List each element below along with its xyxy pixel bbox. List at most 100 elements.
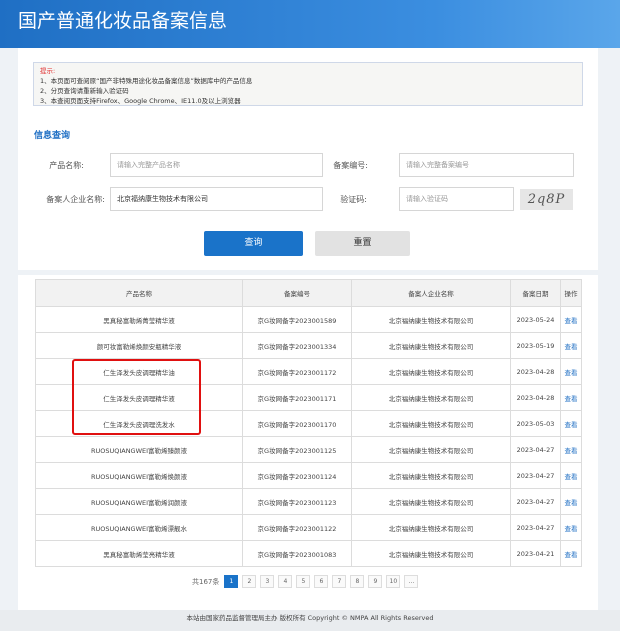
search-button[interactable]: 查询	[204, 231, 303, 256]
captcha-image[interactable]: 2q8P	[520, 189, 573, 210]
page-button[interactable]: 9	[368, 575, 383, 588]
results-panel: 产品名称 备案编号 备案人企业名称 备案日期 操作 黑真秘富勒烯菁莹精华液 京G妆…	[18, 275, 598, 610]
date-cell: 2023-04-27	[510, 436, 561, 463]
product-name-cell: 颜可妆富勒烯焕颜安瓶精华液	[35, 332, 243, 359]
record-number-cell: 京G妆网备字2023001172	[242, 358, 352, 385]
date-cell: 2023-04-27	[510, 462, 561, 489]
col-header: 备案人企业名称	[351, 279, 511, 307]
page-button[interactable]: 4	[278, 575, 293, 588]
action-cell: 查看	[560, 462, 582, 489]
col-header: 操作	[560, 279, 582, 307]
product-name-cell: RUOSUQIANGWEI富勒烯漂靓水	[35, 514, 243, 541]
company-cell: 北京福纳康生物技术有限公司	[351, 332, 511, 359]
view-link[interactable]: 查看	[565, 317, 578, 325]
record-number-cell: 京G妆网备字2023001122	[242, 514, 352, 541]
date-cell: 2023-04-27	[510, 514, 561, 541]
view-link[interactable]: 查看	[565, 447, 578, 455]
action-cell: 查看	[560, 514, 582, 541]
col-header: 产品名称	[35, 279, 243, 307]
table-row: RUOSUQIANGWEI富勒烯焕颜液 京G妆网备字2023001124 北京福纳康…	[35, 462, 582, 489]
record-number-cell: 京G妆网备字2023001123	[242, 488, 352, 515]
record-number-input[interactable]: 请输入完整备案编号	[399, 153, 574, 177]
company-cell: 北京福纳康生物技术有限公司	[351, 488, 511, 515]
action-cell: 查看	[560, 540, 582, 567]
view-link[interactable]: 查看	[565, 343, 578, 351]
company-cell: 北京福纳康生物技术有限公司	[351, 384, 511, 411]
col-header: 备案编号	[242, 279, 352, 307]
table-row: 黑真秘富勒烯菁莹精华液 京G妆网备字2023001589 北京福纳康生物技术有限公司…	[35, 306, 582, 333]
company-cell: 北京福纳康生物技术有限公司	[351, 358, 511, 385]
action-cell: 查看	[560, 306, 582, 333]
highlight-box	[72, 359, 201, 435]
record-number-cell: 京G妆网备字2023001334	[242, 332, 352, 359]
date-cell: 2023-04-21	[510, 540, 561, 567]
product-name-cell: RUOSUQIANGWEI富勒烯臻颜液	[35, 436, 243, 463]
date-cell: 2023-04-27	[510, 488, 561, 515]
record-number-cell: 京G妆网备字2023001170	[242, 410, 352, 437]
product-name-input[interactable]: 请输入完整产品名称	[110, 153, 323, 177]
page-button[interactable]: 1	[224, 575, 239, 588]
page-button[interactable]: 2	[242, 575, 257, 588]
date-cell: 2023-04-28	[510, 358, 561, 385]
table-row: 颜可妆富勒烯焕颜安瓶精华液 京G妆网备字2023001334 北京福纳康生物技术有限…	[35, 332, 582, 359]
header: 国产普通化妆品备案信息	[0, 0, 620, 48]
record-number-cell: 京G妆网备字2023001171	[242, 384, 352, 411]
record-number-cell: 京G妆网备字2023001124	[242, 462, 352, 489]
company-cell: 北京福纳康生物技术有限公司	[351, 540, 511, 567]
record-label: 备案编号:	[333, 161, 368, 170]
company-cell: 北京福纳康生物技术有限公司	[351, 514, 511, 541]
record-number-cell: 京G妆网备字2023001589	[242, 306, 352, 333]
action-cell: 查看	[560, 410, 582, 437]
company-label: 备案人企业名称:	[46, 195, 105, 204]
table-row: 黑真秘富勒烯莹亮精华液 京G妆网备字2023001083 北京福纳康生物技术有限公司…	[35, 540, 582, 567]
product-name-cell: 黑真秘富勒烯菁莹精华液	[35, 306, 243, 333]
page-button[interactable]: 8	[350, 575, 365, 588]
company-name-input[interactable]: 北京福纳康生物技术有限公司	[110, 187, 323, 211]
action-cell: 查看	[560, 436, 582, 463]
table-row: RUOSUQIANGWEI富勒烯漂靓水 京G妆网备字2023001122 北京福纳康…	[35, 514, 582, 541]
date-cell: 2023-04-28	[510, 384, 561, 411]
page-button[interactable]: 3	[260, 575, 275, 588]
notice-title: 提示:	[40, 67, 56, 75]
record-number-cell: 京G妆网备字2023001125	[242, 436, 352, 463]
company-cell: 北京福纳康生物技术有限公司	[351, 462, 511, 489]
view-link[interactable]: 查看	[565, 473, 578, 481]
pagination: 共167条 1 2 3 4 5 6 7 8 9 10...	[192, 575, 419, 588]
company-cell: 北京福纳康生物技术有限公司	[351, 410, 511, 437]
notice-line: 2、分页查询请重新输入验证码	[40, 87, 129, 95]
captcha-label: 验证码:	[340, 195, 367, 204]
table-row: RUOSUQIANGWEI富勒烯润颜液 京G妆网备字2023001123 北京福纳康…	[35, 488, 582, 515]
total-count: 共167条	[192, 577, 220, 586]
page-button[interactable]: 7	[332, 575, 347, 588]
product-label: 产品名称:	[49, 161, 84, 170]
page-button[interactable]: ...	[404, 575, 419, 588]
date-cell: 2023-05-19	[510, 332, 561, 359]
reset-button[interactable]: 重置	[315, 231, 410, 256]
table-row: RUOSUQIANGWEI富勒烯臻颜液 京G妆网备字2023001125 北京福纳康…	[35, 436, 582, 463]
date-cell: 2023-05-24	[510, 306, 561, 333]
view-link[interactable]: 查看	[565, 499, 578, 507]
action-cell: 查看	[560, 332, 582, 359]
action-cell: 查看	[560, 488, 582, 515]
product-name-cell: RUOSUQIANGWEI富勒烯焕颜液	[35, 462, 243, 489]
view-link[interactable]: 查看	[565, 525, 578, 533]
page-button[interactable]: 6	[314, 575, 329, 588]
page-button[interactable]: 5	[296, 575, 311, 588]
notice-line: 3、本查阅页面支持Firefox、Google Chrome、IE11.0及以上…	[40, 97, 241, 105]
view-link[interactable]: 查看	[565, 421, 578, 429]
view-link[interactable]: 查看	[565, 369, 578, 377]
captcha-input[interactable]: 请输入验证码	[399, 187, 514, 211]
product-name-cell: 黑真秘富勒烯莹亮精华液	[35, 540, 243, 567]
company-cell: 北京福纳康生物技术有限公司	[351, 436, 511, 463]
product-name-cell: RUOSUQIANGWEI富勒烯润颜液	[35, 488, 243, 515]
date-cell: 2023-05-03	[510, 410, 561, 437]
action-cell: 查看	[560, 358, 582, 385]
col-header: 备案日期	[510, 279, 561, 307]
view-link[interactable]: 查看	[565, 551, 578, 559]
page-button[interactable]: 10	[386, 575, 401, 588]
section-title: 信息查询	[34, 131, 71, 141]
view-link[interactable]: 查看	[565, 395, 578, 403]
search-panel: 提示: 1、本页面可查阅原“国产非特殊用途化妆品备案信息”数据库中的产品信息 2…	[18, 48, 598, 270]
record-number-cell: 京G妆网备字2023001083	[242, 540, 352, 567]
notice-line: 1、本页面可查阅原“国产非特殊用途化妆品备案信息”数据库中的产品信息	[40, 77, 253, 85]
